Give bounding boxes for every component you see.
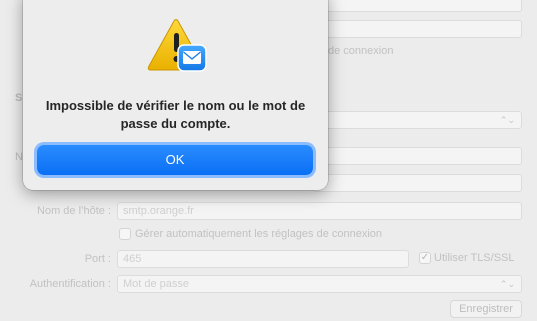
label-partial-n: N: [15, 151, 23, 163]
save-button[interactable]: Enregistrer: [450, 300, 522, 318]
tls-checkbox[interactable]: ✓: [419, 252, 431, 264]
warning-mail-icon: [147, 19, 207, 72]
tls-label: Utiliser TLS/SSL: [434, 252, 515, 264]
auth-select-value: Mot de passe: [123, 278, 190, 290]
auto-manage-label: Gérer automatiquement les réglages de co…: [135, 228, 383, 240]
ok-button[interactable]: OK: [37, 145, 313, 175]
section-label-partial: S: [15, 92, 23, 104]
auto-manage-checkbox[interactable]: [119, 228, 131, 240]
auth-select[interactable]: Mot de passe ⌃⌄: [117, 275, 522, 293]
user-field[interactable]: [312, 147, 522, 165]
account-select[interactable]: ⌃⌄: [312, 111, 522, 129]
stepper-icon: ⌃⌄: [499, 278, 515, 289]
connection-text-partial: de connexion: [328, 45, 394, 57]
stepper-icon: ⌃⌄: [499, 114, 515, 125]
alert-dialog: Impossible de vérifier le nom ou le mot …: [23, 0, 328, 190]
auth-label: Authentification :: [29, 278, 111, 290]
hostname-label: Nom de l’hôte :: [37, 205, 111, 217]
top-field-1[interactable]: [312, 0, 522, 12]
port-input[interactable]: 465: [117, 250, 409, 268]
port-label: Port :: [84, 253, 111, 265]
password-field[interactable]: [312, 174, 522, 192]
hostname-input[interactable]: smtp.orange.fr: [117, 202, 522, 220]
alert-message: Impossible de vérifier le nom ou le mot …: [45, 98, 306, 131]
top-field-2[interactable]: [312, 20, 522, 38]
